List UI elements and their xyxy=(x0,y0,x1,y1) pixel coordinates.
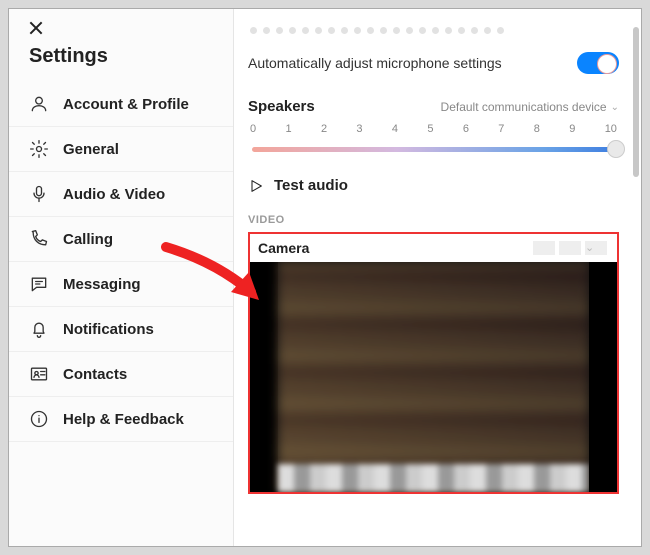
settings-window: Settings Account & Profile General xyxy=(8,8,642,547)
phone-icon xyxy=(29,229,49,249)
auto-mic-label: Automatically adjust microphone settings xyxy=(248,55,502,71)
tick-6: 6 xyxy=(463,123,469,135)
sidebar-title: Settings xyxy=(9,35,233,82)
camera-section-highlighted: Camera ⌄ xyxy=(248,232,619,494)
tick-10: 10 xyxy=(605,123,617,135)
tick-7: 7 xyxy=(498,123,504,135)
sidebar-item-general[interactable]: General xyxy=(9,127,233,172)
sidebar-item-notifications[interactable]: Notifications xyxy=(9,307,233,352)
bell-icon xyxy=(29,319,49,339)
tick-1: 1 xyxy=(285,123,291,135)
video-section-heading: VIDEO xyxy=(248,214,619,226)
sidebar-item-label: Notifications xyxy=(63,321,154,338)
chevron-down-icon: ⌄ xyxy=(611,102,619,113)
speakers-device-label: Default communications device xyxy=(441,100,607,114)
sidebar-item-label: Audio & Video xyxy=(63,186,165,203)
camera-preview xyxy=(250,262,617,492)
sidebar-item-label: Messaging xyxy=(63,276,141,293)
tick-9: 9 xyxy=(569,123,575,135)
speakers-device-selector[interactable]: Default communications device ⌄ xyxy=(441,100,619,114)
test-audio-button[interactable]: Test audio xyxy=(248,177,619,194)
sidebar-item-label: Help & Feedback xyxy=(63,411,184,428)
sidebar-item-help-feedback[interactable]: Help & Feedback xyxy=(9,397,233,442)
sidebar-item-calling[interactable]: Calling xyxy=(9,217,233,262)
tick-0: 0 xyxy=(250,123,256,135)
slider-thumb[interactable] xyxy=(607,140,625,158)
scrollbar-thumb[interactable] xyxy=(633,27,639,177)
sidebar-item-label: Contacts xyxy=(63,366,127,383)
contact-card-icon xyxy=(29,364,49,384)
info-icon xyxy=(29,409,49,429)
settings-content: Automatically adjust microphone settings… xyxy=(234,9,641,546)
sidebar-item-label: Account & Profile xyxy=(63,96,189,113)
gear-icon xyxy=(29,139,49,159)
level-meter-dots xyxy=(250,27,619,34)
auto-mic-toggle[interactable] xyxy=(577,52,619,74)
tick-3: 3 xyxy=(356,123,362,135)
microphone-icon xyxy=(29,184,49,204)
play-icon xyxy=(248,178,264,194)
camera-heading: Camera xyxy=(258,240,309,256)
chevron-down-icon: ⌄ xyxy=(585,241,607,255)
settings-sidebar: Settings Account & Profile General xyxy=(9,9,234,546)
sidebar-item-label: Calling xyxy=(63,231,113,248)
sidebar-item-contacts[interactable]: Contacts xyxy=(9,352,233,397)
person-icon xyxy=(29,94,49,114)
volume-tick-labels: 0 1 2 3 4 5 6 7 8 9 10 xyxy=(248,123,619,135)
speaker-volume-slider[interactable] xyxy=(248,137,619,161)
tick-8: 8 xyxy=(534,123,540,135)
test-audio-label: Test audio xyxy=(274,177,348,194)
tick-4: 4 xyxy=(392,123,398,135)
sidebar-item-audio-video[interactable]: Audio & Video xyxy=(9,172,233,217)
close-icon[interactable] xyxy=(29,21,43,35)
speakers-heading: Speakers xyxy=(248,98,315,115)
tick-2: 2 xyxy=(321,123,327,135)
sidebar-item-label: General xyxy=(63,141,119,158)
sidebar-nav: Account & Profile General Audio & Video xyxy=(9,82,233,442)
camera-device-selector[interactable]: ⌄ xyxy=(533,241,607,255)
message-icon xyxy=(29,274,49,294)
sidebar-item-account-profile[interactable]: Account & Profile xyxy=(9,82,233,127)
sidebar-item-messaging[interactable]: Messaging xyxy=(9,262,233,307)
tick-5: 5 xyxy=(427,123,433,135)
